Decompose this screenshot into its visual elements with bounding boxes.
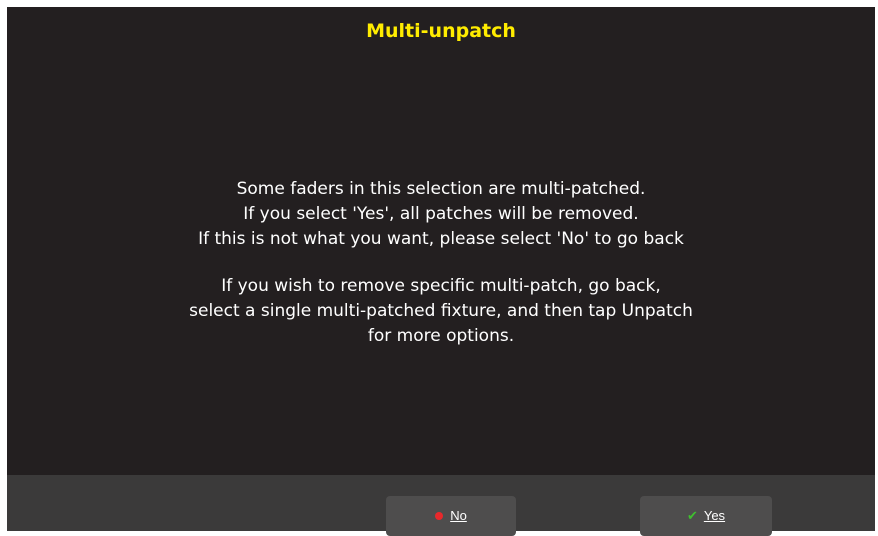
dialog-footer: No ✔ Yes (7, 475, 875, 536)
multi-unpatch-dialog: Multi-unpatch Some faders in this select… (7, 7, 875, 536)
no-button[interactable]: No (386, 496, 516, 536)
yes-button-label: Yes (703, 508, 726, 523)
message-line: Some faders in this selection are multi-… (236, 179, 646, 199)
checkmark-icon: ✔ (686, 508, 698, 523)
no-button-label: No (450, 508, 467, 523)
message-line: select a single multi-patched fixture, a… (189, 301, 693, 321)
red-dot-icon (435, 512, 444, 520)
message-line: for more options. (367, 326, 515, 346)
message-line: If you wish to remove specific multi-pat… (221, 276, 661, 296)
dialog-title: Multi-unpatch (366, 20, 516, 42)
message-line: If this is not what you want, please sel… (198, 229, 684, 249)
yes-button[interactable]: ✔ Yes (640, 496, 772, 536)
message-line: If you select 'Yes', all patches will be… (243, 204, 639, 224)
dialog-message: Some faders in this selection are multi-… (7, 177, 875, 349)
